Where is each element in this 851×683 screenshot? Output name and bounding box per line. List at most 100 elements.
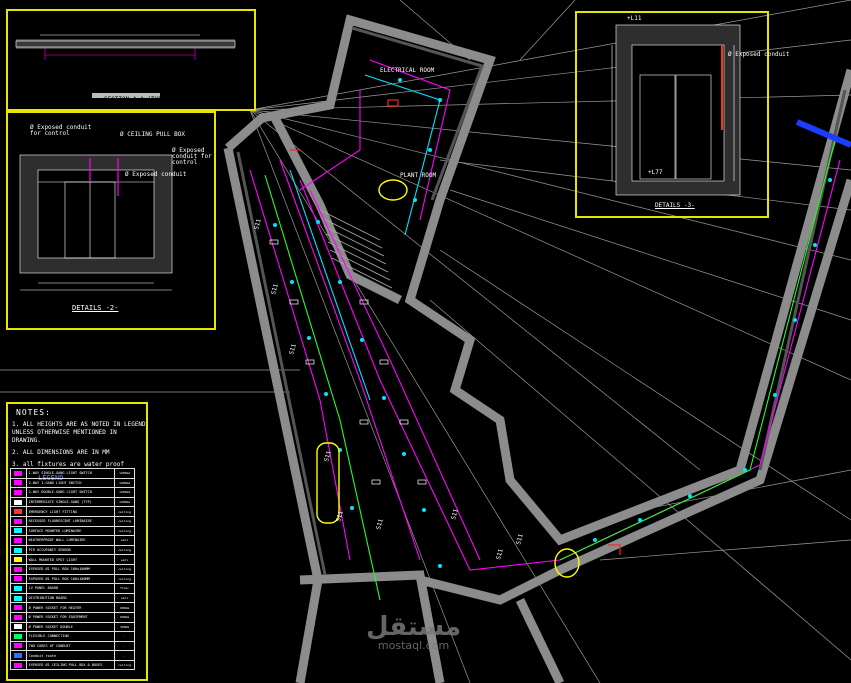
svg-text:S11: S11	[450, 508, 460, 521]
legend-table: 1-WAY SINGLE-GANG LIGHT SWITCH 1200mm 2-WA…	[10, 468, 135, 671]
legend-row: LV PANEL BOARD floor	[10, 583, 135, 594]
legend-symbol	[10, 487, 27, 498]
legend-swatch	[14, 509, 23, 515]
svg-text:S11: S11	[515, 533, 525, 546]
legend-swatch	[14, 470, 23, 476]
legend-swatch	[14, 576, 23, 582]
legend-description: WALL MOUNTED SPOT LIGHT	[25, 554, 116, 565]
legend-swatch	[14, 518, 23, 524]
legend-row: 2-WAY DOUBLE-GANG LIGHT SWITCH 1200mm	[10, 487, 135, 498]
legend-mounting-height: -	[114, 650, 135, 661]
legend-symbol	[10, 515, 27, 527]
legend-symbol	[10, 621, 27, 633]
legend-row: WALL MOUNTED SPOT LIGHT wall	[10, 554, 135, 565]
svg-text:S11: S11	[375, 518, 385, 531]
legend-mounting-height: floor	[114, 583, 135, 594]
legend-swatch	[14, 557, 23, 563]
legend-row: 2-WAY 1-GANG LIGHT SWITCH 1200mm	[10, 477, 135, 489]
legend-description: DISTRIBUTION BOARD	[25, 592, 116, 604]
legend-symbol	[10, 650, 27, 661]
legend-swatch	[14, 585, 23, 591]
level-label-top: +L11	[627, 15, 642, 22]
svg-text:S11: S11	[495, 548, 505, 561]
legend-mounting-height: 600mm	[114, 611, 135, 623]
legend-swatch	[14, 643, 23, 649]
legend-mounting-height: ceiling	[114, 515, 135, 527]
legend-symbol	[10, 563, 27, 575]
svg-text:S11: S11	[335, 510, 345, 523]
legend-mounting-height: 600mm	[114, 602, 135, 613]
legend-symbol	[10, 554, 27, 565]
legend-row: TWO CORES OF CONDUIT -	[10, 640, 135, 652]
legend-mounting-height: 1200mm	[114, 468, 135, 479]
legend-symbol	[10, 583, 27, 594]
legend-mounting-height: wall	[114, 535, 135, 546]
legend-mounting-height: 1200mm	[114, 477, 135, 489]
legend-swatch	[14, 614, 23, 620]
legend-description: PIR OCCUPANCY SENSOR	[25, 544, 116, 556]
legend-swatch	[14, 547, 23, 553]
legend-row: DISTRIBUTION BOARD wall	[10, 592, 135, 604]
note-1: 1. ALL HEIGHTS ARE AS NOTED IN LEGEND UN…	[12, 421, 146, 444]
legend-symbol	[10, 611, 27, 623]
legend-description: Conduit route	[25, 650, 116, 661]
detail-2-title: DETAILS -2-	[72, 304, 119, 312]
legend-row: SURFACE MOUNTED LUMINAIRE ceiling	[10, 525, 135, 537]
detail-3-title: DETAILS -3-	[655, 202, 695, 209]
legend-row: EXPOSED Ø1 CEILING PULL BOX & BOXES ceili…	[10, 659, 135, 671]
detail-frame-2	[6, 111, 216, 330]
legend-description: EXPOSED Ø1 PULL BOX 100x100MM	[25, 573, 116, 585]
detail-section-title: SECTION A-A (TYP)	[104, 96, 166, 103]
callout-5: Ø Exposed conduit	[728, 51, 790, 58]
legend-symbol	[10, 631, 27, 642]
legend-symbol	[10, 468, 27, 479]
blue-section-arrow	[795, 119, 851, 148]
legend-mounting-height: ceiling	[114, 563, 135, 575]
legend-row: EXPOSED Ø1 PULL BOX 100x100MM ceiling	[10, 573, 135, 585]
callout-3: Ø Exposed conduit	[125, 171, 187, 178]
legend-description: TWO CORES OF CONDUIT	[25, 640, 116, 652]
legend-swatch	[14, 566, 23, 572]
legend-description: Ø POWER SOCKET FOR HEATER	[25, 602, 116, 613]
legend-description: SURFACE MOUNTED LUMINAIRE	[25, 525, 116, 537]
legend-symbol	[10, 640, 27, 652]
legend-symbol	[10, 573, 27, 585]
legend-row: EMERGENCY LIGHT FITTING ceiling	[10, 506, 135, 517]
legend-symbol	[10, 544, 27, 556]
callout-1: Ø Exposed conduit for control	[30, 124, 92, 137]
svg-text:S11: S11	[270, 283, 280, 296]
legend-mounting-height: -	[114, 631, 135, 642]
legend-description: 1-WAY SINGLE-GANG LIGHT SWITCH	[25, 468, 116, 479]
legend-mounting-height: -	[114, 640, 135, 652]
legend-row: Ø POWER SOCKET DOUBLE 300mm	[10, 621, 135, 633]
legend-swatch	[14, 480, 23, 486]
legend-description: INTERMEDIATE SINGLE-GANG (TYP)	[25, 496, 116, 508]
legend-symbol	[10, 602, 27, 613]
watermark-latin: mostaql.com	[377, 639, 450, 652]
room-label-electrical: ELECTRICAL ROOM	[380, 67, 435, 74]
legend-row: Conduit route -	[10, 650, 135, 661]
notes-heading: NOTES:	[16, 408, 51, 417]
legend-row: Ø POWER SOCKET FOR HEATER 600mm	[10, 602, 135, 613]
legend-mounting-height: 1200mm	[114, 496, 135, 508]
legend-row: INTERMEDIATE SINGLE-GANG (TYP) 1200mm	[10, 496, 135, 508]
legend-mounting-height: 300mm	[114, 621, 135, 633]
legend-description: EXPOSED Ø1 PULL BOX 100x100MM	[25, 563, 116, 575]
legend-row: 1-WAY SINGLE-GANG LIGHT SWITCH 1200mm	[10, 468, 135, 479]
legend-description: Ø POWER SOCKET DOUBLE	[25, 621, 116, 633]
callout-4: Ø Exposed conduit for control	[172, 147, 212, 166]
legend-symbol	[10, 506, 27, 517]
room-label-plant: PLANT ROOM	[400, 172, 437, 179]
legend-symbol	[10, 592, 27, 604]
legend-description: EMERGENCY LIGHT FITTING	[25, 506, 116, 517]
legend-description: 2-WAY DOUBLE-GANG LIGHT SWITCH	[25, 487, 116, 498]
legend-mounting-height: 1200mm	[114, 487, 135, 498]
legend-symbol	[10, 659, 27, 671]
legend-description: FLEXIBLE CONNECTION	[25, 631, 116, 642]
legend-mounting-height: wall	[114, 592, 135, 604]
legend-swatch	[14, 528, 23, 534]
watermark-arabic: مستقل	[366, 612, 462, 642]
legend-row: RECESSED FLUORESCENT LUMINAIRE ceiling	[10, 515, 135, 527]
legend-swatch	[14, 605, 23, 611]
legend-row: PIR OCCUPANCY SENSOR ceiling	[10, 544, 135, 556]
